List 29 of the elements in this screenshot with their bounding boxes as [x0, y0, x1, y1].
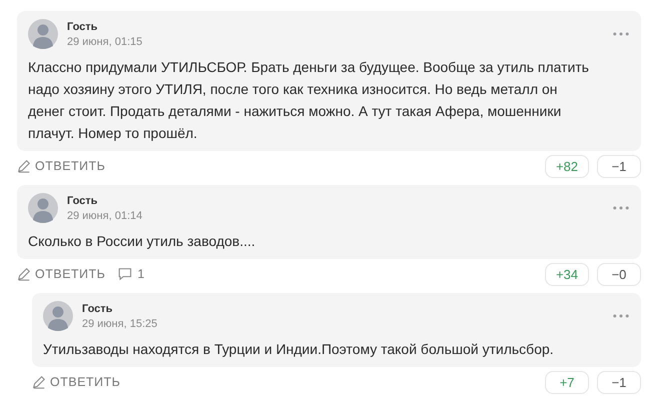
- reply-button[interactable]: ОТВЕТИТЬ: [17, 159, 106, 173]
- upvote-button[interactable]: +34: [545, 262, 589, 286]
- comment-text: Утильзаводы находятся в Турции и Индии.Поэтому такой большой утильсбор.: [43, 340, 555, 359]
- reply-count: 1: [138, 267, 144, 281]
- more-icon[interactable]: [613, 206, 629, 210]
- comment-date: 29 июня, 01:15: [67, 36, 144, 48]
- pencil-icon: [17, 159, 31, 173]
- comment-date: 29 июня, 01:14: [67, 210, 144, 222]
- downvote-button[interactable]: −1: [597, 154, 641, 178]
- comment-text: Сколько в России утиль заводов....: [28, 232, 256, 251]
- avatar-icon: [43, 301, 73, 331]
- avatar-icon: [28, 193, 58, 223]
- author-name: Гость: [82, 302, 114, 314]
- author-name: Гость: [67, 194, 99, 206]
- more-icon[interactable]: [613, 32, 629, 36]
- upvote-button[interactable]: +82: [545, 154, 589, 178]
- downvote-button[interactable]: −1: [597, 370, 641, 394]
- downvote-button[interactable]: −0: [597, 262, 641, 286]
- more-icon[interactable]: [613, 314, 629, 318]
- reply-button[interactable]: ОТВЕТИТЬ: [32, 375, 120, 389]
- reply-button[interactable]: ОТВЕТИТЬ: [17, 267, 106, 281]
- avatar-icon: [28, 19, 58, 49]
- comment-text: Классно придумали УТИЛЬСБОР. Брать деньги за будущее. Вообще за утиль платить надо хозяину этого УТИЛЯ, после того как техника износится. Но ведь металл он денег стоит. Продать деталями - нажиться можно. А тут такая Афера, мошенники плачут. Номер то прошёл.: [28, 58, 590, 143]
- pencil-icon: [17, 267, 31, 281]
- comment-date: 29 июня, 15:25: [82, 318, 158, 330]
- author-name: Гость: [67, 20, 99, 32]
- pencil-icon: [32, 375, 46, 389]
- upvote-button[interactable]: +7: [545, 370, 589, 394]
- comment-icon: [118, 267, 132, 281]
